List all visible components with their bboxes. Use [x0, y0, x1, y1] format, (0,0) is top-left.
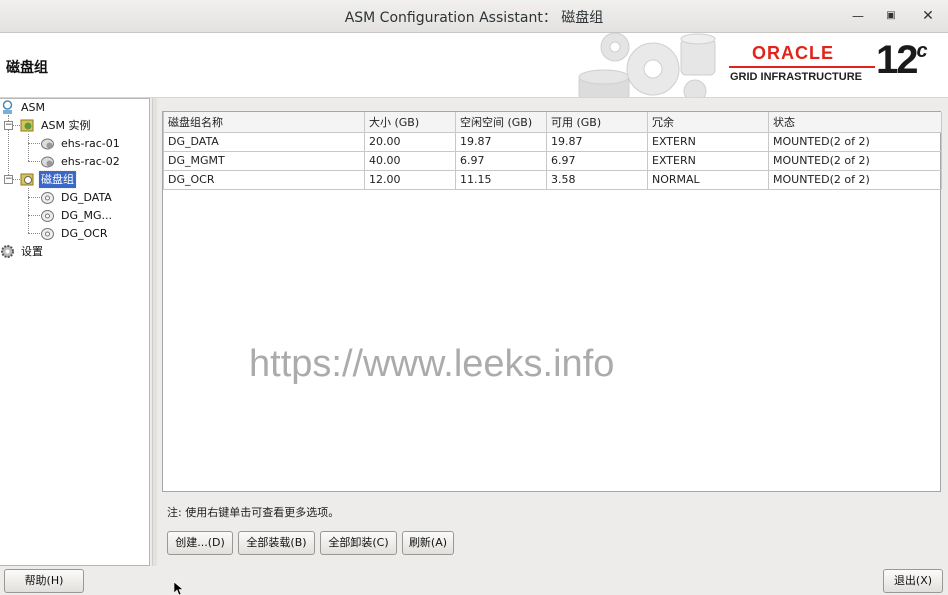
version-number: 12	[876, 38, 918, 82]
navigation-tree[interactable]: ASM − ASM 实例 ehs-rac-01 ehs-rac-02 − 磁盘组…	[0, 98, 150, 566]
table-header-row: 磁盘组名称 大小 (GB) 空闲空间 (GB) 可用 (GB) 冗余 状态	[163, 112, 942, 133]
tree-item-disk-groups[interactable]: 磁盘组	[20, 170, 140, 189]
tree-item-label: DG_OCR	[61, 227, 108, 240]
table-cell: 6.97	[455, 150, 547, 171]
page-title: 磁盘组	[6, 60, 48, 76]
table-cell: NORMAL	[647, 169, 769, 190]
tree-item-label: ehs-rac-01	[61, 137, 120, 150]
tree-connector	[13, 125, 20, 126]
disk-icon	[41, 192, 54, 204]
table-cell: 19.87	[455, 131, 547, 152]
tree-item-label: DG_DATA	[61, 191, 112, 204]
asm-icon	[2, 100, 13, 114]
tree-connector	[13, 179, 20, 180]
table-cell: MOUNTED(2 of 2)	[768, 131, 942, 152]
tree-item-instance[interactable]: ehs-rac-02	[40, 153, 140, 170]
table-cell: 3.58	[546, 169, 648, 190]
table-row[interactable]: DG_OCR 12.00 11.15 3.58 NORMAL MOUNTED(2…	[163, 169, 942, 190]
column-header[interactable]: 磁盘组名称	[163, 112, 365, 133]
tree-connector	[28, 161, 40, 162]
dismount-all-button[interactable]: 全部卸装(C)	[320, 531, 397, 555]
tree-connector	[28, 134, 29, 161]
refresh-button[interactable]: 刷新(A)	[402, 531, 454, 555]
tree-item-asm[interactable]: ASM	[0, 99, 140, 116]
column-header[interactable]: 状态	[768, 112, 942, 133]
window-title: ASM Configuration Assistant： 磁盘组	[344, 10, 604, 26]
disk-icon	[41, 210, 54, 222]
table-cell: EXTERN	[647, 150, 769, 171]
table-row[interactable]: DG_MGMT 40.00 6.97 6.97 EXTERN MOUNTED(2…	[163, 150, 942, 171]
disk-group-icon	[20, 173, 34, 186]
product-name: GRID INFRASTRUCTURE	[730, 71, 862, 83]
tree-item-asm-instances[interactable]: ASM 实例	[20, 117, 140, 134]
table-cell: MOUNTED(2 of 2)	[768, 169, 942, 190]
tree-connector	[28, 233, 40, 234]
exit-button[interactable]: 退出(X)	[883, 569, 943, 593]
table-cell: DG_MGMT	[163, 150, 365, 171]
close-icon[interactable]: ✕	[920, 8, 936, 24]
header-banner: 磁盘组 ORACLE GRID INFRASTRUCTURE 12c	[0, 33, 948, 98]
tree-item-disk-group[interactable]: DG_DATA	[40, 189, 140, 206]
tree-connector	[28, 197, 40, 198]
table-row[interactable]: DG_DATA 20.00 19.87 19.87 EXTERN MOUNTED…	[163, 131, 942, 152]
table-cell: 6.97	[546, 150, 648, 171]
tree-item-label: ehs-rac-02	[61, 155, 120, 168]
mouse-cursor-icon	[174, 582, 184, 595]
logo-underline	[729, 66, 875, 68]
hint-text: 注: 使用右键单击可查看更多选项。	[167, 506, 340, 519]
instance-icon	[41, 138, 54, 150]
oracle-logo: ORACLE	[752, 43, 834, 63]
column-header[interactable]: 冗余	[647, 112, 769, 133]
watermark-text: https://www.leeks.info	[249, 343, 615, 385]
tree-connector	[28, 215, 40, 216]
column-header[interactable]: 大小 (GB)	[364, 112, 456, 133]
table-cell: 11.15	[455, 169, 547, 190]
tree-item-disk-group[interactable]: DG_MG...	[40, 207, 140, 224]
tree-connector	[28, 188, 29, 233]
gears-graphic-icon	[578, 33, 716, 97]
collapse-icon[interactable]: −	[4, 121, 13, 130]
mount-all-button[interactable]: 全部装载(B)	[238, 531, 315, 555]
disk-group-table[interactable]: 磁盘组名称 大小 (GB) 空闲空间 (GB) 可用 (GB) 冗余 状态 DG…	[162, 111, 942, 492]
table-cell: 12.00	[364, 169, 456, 190]
table-cell: EXTERN	[647, 131, 769, 152]
tree-item-disk-group[interactable]: DG_OCR	[40, 225, 140, 242]
table-cell: 19.87	[546, 131, 648, 152]
help-button[interactable]: 帮助(H)	[4, 569, 84, 593]
tree-connector	[28, 143, 40, 144]
tree-item-label: ASM 实例	[41, 119, 91, 132]
table-cell: DG_DATA	[163, 131, 365, 152]
column-header[interactable]: 可用 (GB)	[546, 112, 648, 133]
tree-item-label: DG_MG...	[61, 209, 112, 222]
instance-group-icon	[20, 119, 34, 132]
disk-icon	[41, 228, 54, 240]
tree-item-settings[interactable]: 设置	[0, 243, 140, 260]
table-cell: DG_OCR	[163, 169, 365, 190]
tree-item-label: ASM	[21, 101, 45, 114]
collapse-icon[interactable]: −	[4, 175, 13, 184]
table-cell: 20.00	[364, 131, 456, 152]
create-button[interactable]: 创建...(D)	[167, 531, 233, 555]
table-cell: MOUNTED(2 of 2)	[768, 150, 942, 171]
gear-icon	[1, 245, 14, 258]
version-logo: 12c	[876, 38, 928, 83]
tree-item-instance[interactable]: ehs-rac-01	[40, 135, 140, 152]
maximize-icon[interactable]: ▣	[883, 8, 899, 24]
main-panel: 磁盘组名称 大小 (GB) 空闲空间 (GB) 可用 (GB) 冗余 状态 DG…	[157, 98, 948, 566]
minimize-icon[interactable]: —	[850, 8, 866, 24]
table-cell: 40.00	[364, 150, 456, 171]
version-suffix: c	[916, 40, 928, 62]
column-header[interactable]: 空闲空间 (GB)	[455, 112, 547, 133]
instance-icon	[41, 156, 54, 168]
tree-item-label: 磁盘组	[38, 170, 77, 189]
window-titlebar[interactable]: ASM Configuration Assistant： 磁盘组 — ▣ ✕	[0, 0, 948, 33]
tree-item-label: 设置	[21, 245, 43, 258]
